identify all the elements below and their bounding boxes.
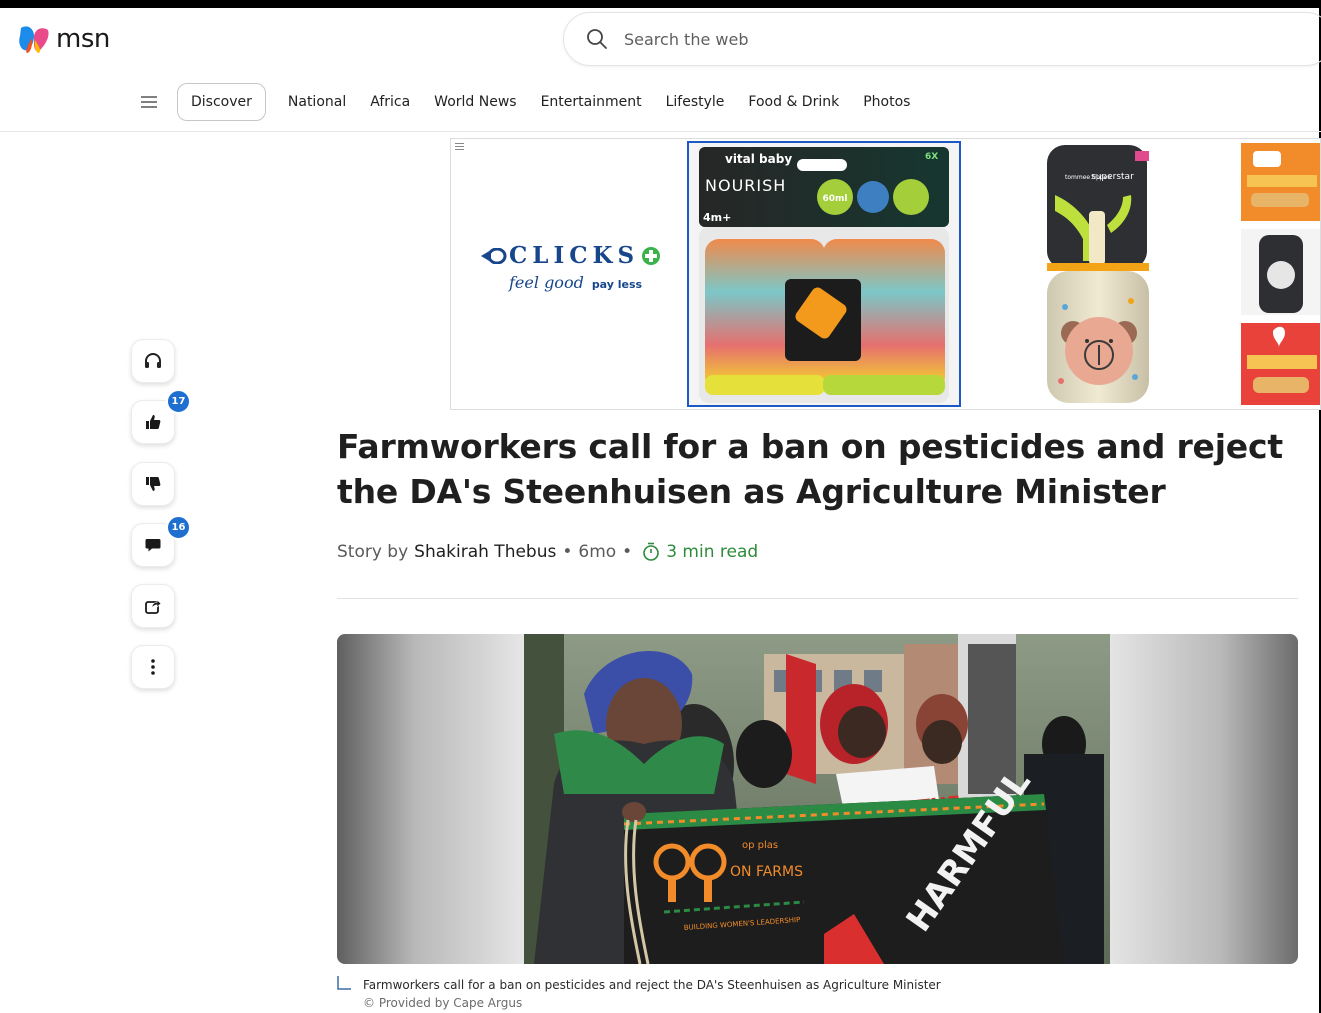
search-icon	[587, 29, 607, 49]
window-top-border	[0, 0, 1321, 8]
share-button[interactable]	[131, 584, 175, 628]
caption-corner-icon	[337, 976, 351, 990]
age-label: 4m+	[703, 211, 731, 224]
nav-tab-lifestyle[interactable]: Lifestyle	[654, 94, 737, 110]
author-name[interactable]: Shakirah Thebus	[414, 542, 556, 562]
nav-tab-entertainment[interactable]: Entertainment	[529, 94, 654, 110]
listen-button[interactable]	[131, 339, 175, 383]
food-pots-image: vital baby NOURISH 6X 60ml 4m+	[699, 147, 949, 403]
category-nav: Discover National Africa World News Ente…	[135, 82, 922, 122]
story-by-label: Story by	[337, 542, 409, 562]
nav-tab-world-news[interactable]: World News	[422, 94, 528, 110]
brand-name: msn	[56, 24, 110, 54]
clicks-mark-icon	[481, 247, 507, 264]
caption-text: Farmworkers call for a ban on pesticides…	[363, 978, 941, 992]
butterfly-icon	[19, 26, 49, 53]
volume-label: 60ml	[823, 194, 848, 204]
nav-tab-food-drink[interactable]: Food & Drink	[736, 94, 851, 110]
read-time: 3 min read	[666, 542, 759, 562]
nav-tab-africa[interactable]: Africa	[358, 94, 422, 110]
nourish-label: NOURISH	[705, 176, 786, 195]
ad-product-vital-baby[interactable]: vital baby NOURISH 6X 60ml 4m+	[687, 141, 961, 407]
hamburger-menu-icon[interactable]	[135, 88, 163, 116]
clicks-logo: CLICKS feel good pay less	[481, 242, 671, 292]
article-headline: Farmworkers call for a ban on pesticides…	[337, 427, 1283, 511]
ad-product-sippy-cup[interactable]: tommee tippee superstar	[963, 141, 1235, 407]
thumbs-down-icon	[146, 477, 161, 491]
banner-top-text: op plas	[742, 840, 778, 851]
protest-photo: END THE op plas ON FARMS BUILDING WOMEN'…	[524, 634, 1110, 964]
byline-divider	[337, 598, 1298, 599]
msn-logo[interactable]: msn	[18, 22, 110, 56]
clicks-wordmark: CLICKS	[509, 242, 640, 269]
more-options-button[interactable]	[131, 645, 175, 689]
article-age: 6mo	[578, 542, 617, 562]
comment-icon	[145, 539, 161, 552]
article-hero-image[interactable]: END THE op plas ON FARMS BUILDING WOMEN'…	[337, 634, 1298, 964]
advertisement-banner[interactable]: CLICKS feel good pay less vital baby NOU…	[450, 138, 1321, 410]
clicks-tagline-plain: pay less	[591, 278, 643, 291]
timer-icon	[643, 542, 660, 561]
superstar-label: superstar	[1091, 172, 1134, 182]
search-bar[interactable]	[563, 12, 1321, 66]
comments-count-badge: 16	[166, 515, 191, 540]
header-divider	[0, 131, 1321, 132]
likes-count-badge: 17	[166, 389, 191, 414]
article-byline: Story by Shakirah Thebus • 6mo • 3 min r…	[337, 542, 758, 562]
ad-product-tiles[interactable]	[1237, 141, 1320, 407]
dislike-button[interactable]	[131, 462, 175, 506]
banner-mid-text: ON FARMS	[730, 864, 803, 880]
image-credit: © Provided by Cape Argus	[363, 996, 523, 1010]
share-icon	[145, 599, 162, 614]
clicks-tagline-script: feel good	[509, 273, 584, 292]
vital-baby-brand: vital baby	[725, 152, 792, 166]
nav-tab-national[interactable]: National	[276, 94, 358, 110]
pack-count: 6X	[925, 152, 938, 162]
plus-cross-icon	[642, 246, 661, 265]
ad-choices-icon[interactable]	[455, 141, 464, 150]
sippy-cup-image: tommee tippee superstar	[1047, 145, 1149, 403]
byline-separator: •	[562, 542, 573, 562]
search-input[interactable]	[622, 28, 1126, 50]
nav-tab-discover[interactable]: Discover	[177, 83, 266, 121]
product-tiles-image	[1241, 143, 1320, 405]
headphones-icon	[145, 353, 161, 368]
nav-tab-photos[interactable]: Photos	[851, 94, 922, 110]
byline-separator: •	[622, 542, 633, 562]
more-vertical-icon	[151, 659, 155, 675]
thumbs-up-icon	[146, 415, 161, 429]
